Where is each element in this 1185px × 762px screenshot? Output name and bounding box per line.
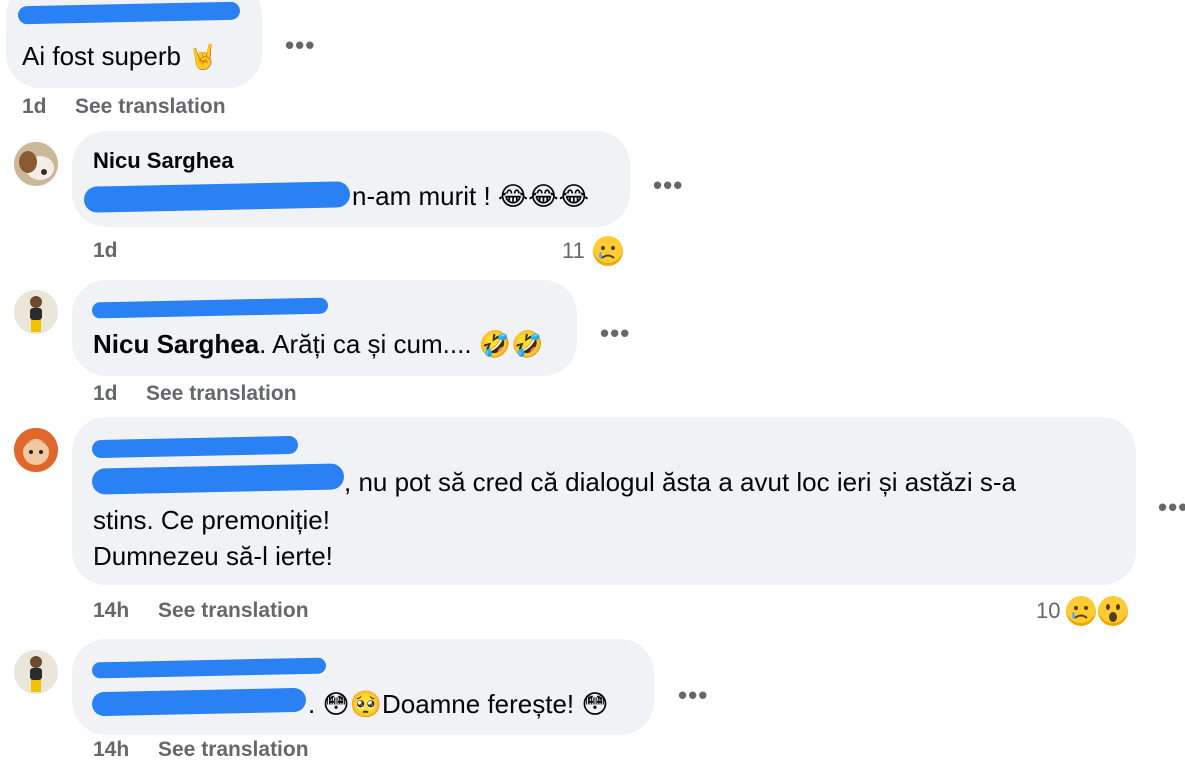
comment-text-line: , nu pot să cred că dialogul ăsta a avut… [344,467,1017,497]
more-options-button[interactable]: ••• [285,32,315,58]
flushed-face-icon: 😳🥺 [322,689,382,719]
avatar[interactable] [14,428,58,472]
comment-text: Nicu Sarghea. Arăți ca și cum.... 🤣🤣 [93,326,544,362]
comment-time[interactable]: 14h [93,738,129,762]
comment-text-body: . Arăți ca și cum.... [259,329,472,359]
more-options-button[interactable]: ••• [678,682,708,708]
redacted-mention [91,687,307,717]
comment-time[interactable]: 14h [93,599,129,623]
comment-text-line: stins. Ce premoniție! [93,505,330,535]
comment-time[interactable]: 1d [22,95,47,119]
reaction-count[interactable]: 10 [1036,598,1060,624]
sad-face-icon[interactable] [591,234,625,268]
see-translation-link[interactable]: See translation [158,599,309,623]
flushed-face-icon: 😳 [581,689,609,719]
rock-hand-icon: 🤘 [188,44,219,71]
mention-link[interactable]: Nicu Sarghea [93,329,259,359]
comment-time[interactable]: 1d [93,382,118,406]
comment-text-prefix: . [308,689,316,719]
comment-text-line: Dumnezeu să-l ierte! [93,541,333,571]
avatar[interactable] [14,142,58,186]
avatar[interactable] [14,290,58,334]
comment-text: . 😳🥺Doamne ferește! 😳 [308,686,609,722]
reaction-count[interactable]: 11 [562,238,585,264]
rolling-laughing-face-icon: 🤣🤣 [478,329,544,359]
person-avatar-icon [14,650,58,694]
see-translation-link[interactable]: See translation [146,382,297,406]
comment-text: Ai fost superb 🤘 [22,38,218,76]
more-options-button[interactable]: ••• [1158,494,1185,520]
redacted-mention [91,463,345,495]
comment-text-body: Doamne ferește! [381,689,575,719]
more-options-button[interactable]: ••• [600,320,630,346]
see-translation-link[interactable]: See translation [158,738,309,762]
child-avatar-icon [14,428,58,472]
comment-text: n-am murit ! 😂😂😂 [352,178,589,214]
person-avatar-icon [14,290,58,334]
more-options-button[interactable]: ••• [653,172,683,198]
comment-text-body: Ai fost superb [22,41,181,71]
see-translation-link[interactable]: See translation [75,95,226,119]
avatar[interactable] [14,650,58,694]
redacted-mention [83,181,351,213]
laughing-face-icon: 😂😂😂 [497,181,590,211]
comment-author[interactable]: Nicu Sarghea [93,148,234,174]
comment-text-body: n-am murit ! [352,181,491,211]
wow-face-icon[interactable] [1096,594,1130,628]
sad-face-icon[interactable] [1064,594,1098,628]
comment-time[interactable]: 1d [93,239,118,263]
dog-avatar-icon [14,142,58,186]
